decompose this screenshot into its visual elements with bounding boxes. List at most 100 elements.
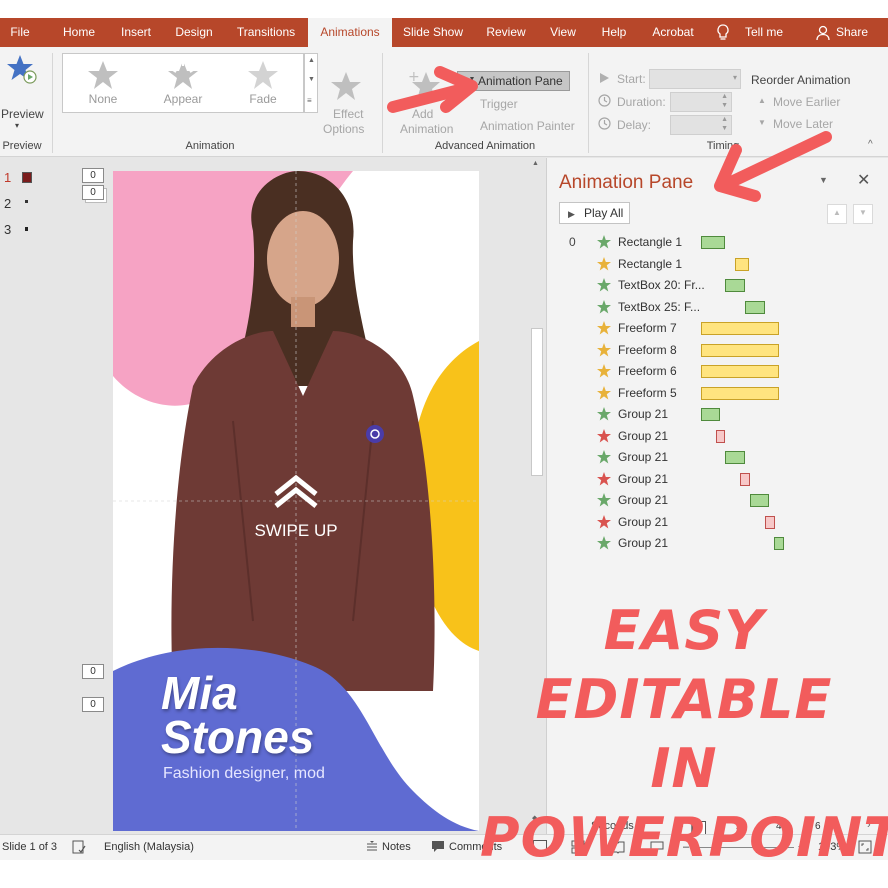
close-icon[interactable]: ✕ (857, 170, 870, 190)
duration-stepper[interactable]: ▲ ▼ (670, 92, 732, 112)
timing-bar[interactable] (701, 408, 720, 421)
animation-list-item[interactable]: Group 21 (547, 447, 888, 468)
gallery-item-none[interactable]: None (63, 54, 143, 112)
comments-icon[interactable] (431, 840, 445, 853)
add-animation-icon[interactable]: + (406, 69, 440, 103)
animation-painter-button[interactable]: Animation Painter (480, 119, 575, 133)
start-dropdown[interactable]: ▾ (649, 69, 741, 89)
spell-check-icon[interactable] (72, 840, 86, 854)
animation-tag[interactable]: 0 (82, 185, 104, 200)
collapse-ribbon-icon[interactable]: ^ (868, 139, 873, 150)
timing-bar[interactable] (701, 236, 725, 249)
tab-transitions[interactable]: Transitions (230, 18, 302, 47)
trigger-button[interactable]: Trigger (480, 97, 518, 111)
tab-slide-show[interactable]: Slide Show (398, 18, 468, 47)
subtitle-text[interactable]: Fashion designer, mod (163, 765, 325, 783)
move-down-button[interactable]: ▼ (853, 204, 873, 224)
animation-tag[interactable]: 0 (82, 168, 104, 183)
move-earlier-button[interactable]: Move Earlier (773, 95, 840, 109)
animation-object-name: Group 21 (618, 428, 669, 443)
move-later-icon: ▼ (758, 118, 766, 127)
advanced-animation-group-label: Advanced Animation (434, 140, 536, 152)
add-animation-label-2[interactable]: Animation (400, 122, 453, 136)
tab-file[interactable]: File (0, 18, 40, 47)
tell-me-search[interactable]: Tell me (738, 18, 790, 47)
tab-insert[interactable]: Insert (112, 18, 160, 47)
tab-design[interactable]: Design (168, 18, 220, 47)
timing-bar[interactable] (701, 343, 779, 357)
timing-bar[interactable] (740, 472, 750, 486)
thumb-marker-2[interactable] (25, 200, 28, 203)
tab-acrobat[interactable]: Acrobat (644, 18, 702, 47)
preview-button[interactable]: Preview (1, 107, 44, 121)
animation-list-item[interactable]: 0 Rectangle 1 (547, 232, 888, 253)
timing-bar[interactable] (750, 494, 769, 507)
thumb-marker-3[interactable] (25, 227, 28, 231)
swipe-up-text[interactable]: SWIPE UP (113, 521, 479, 541)
animation-list-item[interactable]: Group 21 (547, 469, 888, 490)
animation-list-item[interactable]: Freeform 8 (547, 340, 888, 361)
preview-star-icon[interactable] (6, 53, 38, 85)
timing-bar[interactable] (701, 322, 779, 335)
animation-star-icon (597, 428, 611, 442)
tab-animations[interactable]: Animations (308, 18, 392, 47)
timing-bar[interactable] (725, 279, 745, 292)
pane-options-icon[interactable]: ▼ (819, 175, 828, 185)
animation-list-item[interactable]: Group 21 (547, 426, 888, 447)
timing-bar[interactable] (701, 365, 779, 378)
share-button[interactable]: Share (832, 18, 872, 47)
timing-bar[interactable] (774, 537, 784, 550)
move-up-button[interactable]: ▲ (827, 204, 847, 224)
animation-object-name: Group 21 (618, 407, 669, 421)
thumb-number-1[interactable]: 1 (4, 170, 11, 185)
timing-bar[interactable] (765, 515, 775, 529)
add-animation-label-1[interactable]: Add (412, 107, 433, 121)
preview-dropdown-arrow[interactable]: ▾ (15, 121, 19, 130)
gallery-scroll[interactable]: ▲ ▼ ≡ (304, 53, 318, 113)
thumb-number-2[interactable]: 2 (4, 196, 11, 211)
animation-tag[interactable]: 0 (82, 664, 104, 679)
timing-bar[interactable] (725, 451, 745, 464)
name-line-2[interactable]: Stones (161, 714, 314, 760)
notes-icon[interactable] (366, 840, 378, 854)
animation-pane-button[interactable]: Animation Pane (457, 71, 570, 91)
effect-options-star-icon[interactable] (330, 71, 364, 103)
animation-list-item[interactable]: Freeform 6 (547, 361, 888, 382)
animation-list-item[interactable]: Group 21 (547, 490, 888, 511)
delay-stepper[interactable]: ▲ ▼ (670, 115, 732, 135)
scroll-thumb[interactable] (531, 328, 543, 476)
tab-help[interactable]: Help (594, 18, 634, 47)
gallery-item-appear[interactable]: Appear (143, 54, 223, 112)
effect-options-label-2[interactable]: Options (323, 122, 364, 136)
animation-list-item[interactable]: TextBox 20: Fr... (547, 275, 888, 296)
move-later-button[interactable]: Move Later (773, 117, 833, 131)
animation-list-item[interactable]: Freeform 7 (547, 318, 888, 339)
start-label: Start: (617, 72, 646, 86)
animation-list-item[interactable]: Group 21 (547, 512, 888, 533)
reorder-animation-label: Reorder Animation (751, 73, 851, 87)
play-all-button[interactable]: ▶ Play All (559, 202, 630, 224)
name-line-1[interactable]: Mia (161, 670, 238, 716)
animation-star-icon (597, 493, 611, 507)
timing-bar[interactable] (701, 386, 779, 400)
animation-list-item[interactable]: Group 21 (547, 404, 888, 425)
language-indicator[interactable]: English (Malaysia) (104, 841, 194, 853)
timing-bar[interactable] (716, 429, 725, 443)
animation-list-item[interactable]: Freeform 5 (547, 383, 888, 404)
tab-view[interactable]: View (542, 18, 584, 47)
notes-button[interactable]: Notes (382, 841, 411, 853)
gallery-item-fade[interactable]: Fade (223, 54, 303, 112)
effect-options-label-1[interactable]: Effect (333, 107, 363, 121)
animation-star-icon (597, 514, 611, 528)
thumb-marker-1[interactable] (22, 172, 32, 183)
tab-home[interactable]: Home (54, 18, 104, 47)
animation-list-item[interactable]: Group 21 (547, 533, 888, 554)
timing-bar[interactable] (745, 300, 765, 314)
timing-bar[interactable] (735, 257, 749, 271)
slide-canvas[interactable]: SWIPE UP Mia Stones Fashion designer, mo… (113, 171, 479, 831)
animation-list-item[interactable]: TextBox 25: F... (547, 297, 888, 318)
tab-review[interactable]: Review (480, 18, 532, 47)
animation-list-item[interactable]: Rectangle 1 (547, 254, 888, 275)
thumb-number-3[interactable]: 3 (4, 222, 11, 237)
animation-tag[interactable]: 0 (82, 697, 104, 712)
